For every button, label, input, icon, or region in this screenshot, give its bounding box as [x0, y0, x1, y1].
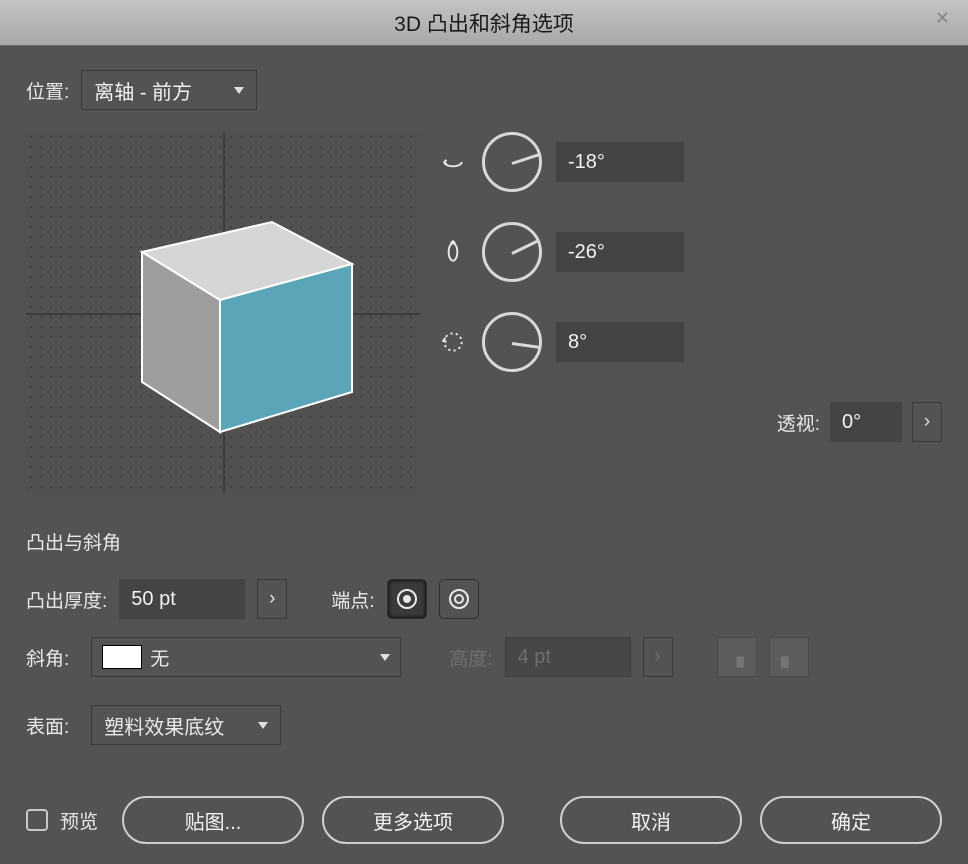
preview-label[interactable]: 预览	[60, 807, 98, 834]
cube-preview-graphic	[112, 192, 362, 442]
bevel-swatch-icon	[102, 645, 142, 669]
rotate-z-input[interactable]: 8°	[556, 322, 684, 362]
bevel-extent-out-button: ▖	[769, 637, 809, 677]
map-art-button[interactable]: 贴图...	[122, 796, 304, 844]
rotate-y-icon	[438, 239, 468, 265]
surface-value: 塑料效果底纹	[104, 711, 224, 740]
bevel-extent-in-button: ▗	[717, 637, 757, 677]
bevel-dropdown[interactable]: 无	[91, 637, 401, 677]
rotate-z-icon	[438, 329, 468, 355]
cancel-button[interactable]: 取消	[560, 796, 742, 844]
perspective-label: 透视:	[777, 409, 820, 436]
bevel-height-input: 4 pt	[505, 637, 631, 677]
preview-checkbox[interactable]	[26, 809, 48, 831]
rotate-x-input[interactable]: -18°	[556, 142, 684, 182]
cap-label: 端点:	[331, 586, 374, 613]
cap-off-button[interactable]	[439, 579, 479, 619]
extrude-depth-input[interactable]: 50 pt	[119, 579, 245, 619]
position-label: 位置:	[26, 77, 69, 104]
bevel-height-label: 高度:	[449, 644, 492, 671]
rotate-y-input[interactable]: -26°	[556, 232, 684, 272]
more-options-button[interactable]: 更多选项	[322, 796, 504, 844]
bevel-height-stepper: ›	[643, 637, 673, 677]
rotate-x-icon	[438, 149, 468, 175]
rotation-cube-preview[interactable]	[26, 132, 420, 494]
bevel-label: 斜角:	[26, 644, 69, 671]
dialog-title: 3D 凸出和斜角选项	[394, 8, 574, 38]
rotate-z-dial[interactable]	[482, 312, 542, 372]
ok-button[interactable]: 确定	[760, 796, 942, 844]
chevron-down-icon	[258, 722, 268, 729]
cap-solid-icon	[396, 588, 418, 610]
chevron-down-icon	[380, 654, 390, 661]
bevel-in-icon: ▗	[729, 646, 744, 669]
cap-hollow-icon	[448, 588, 470, 610]
extrude-depth-label: 凸出厚度:	[26, 586, 107, 613]
position-value: 离轴 - 前方	[94, 76, 192, 105]
bevel-value: 无	[150, 644, 169, 671]
perspective-input[interactable]: 0°	[830, 402, 902, 442]
extrude-depth-stepper[interactable]: ›	[257, 579, 287, 619]
bevel-out-icon: ▖	[781, 646, 796, 669]
rotate-x-dial[interactable]	[482, 132, 542, 192]
chevron-down-icon	[234, 87, 244, 94]
extrude-section-title: 凸出与斜角	[26, 528, 942, 555]
perspective-stepper[interactable]: ›	[912, 402, 942, 442]
close-icon[interactable]: ✕	[935, 8, 950, 29]
cap-on-button[interactable]	[387, 579, 427, 619]
title-bar: 3D 凸出和斜角选项 ✕	[0, 0, 968, 46]
surface-dropdown[interactable]: 塑料效果底纹	[91, 705, 281, 745]
position-dropdown[interactable]: 离轴 - 前方	[81, 70, 257, 110]
rotate-y-dial[interactable]	[482, 222, 542, 282]
surface-label: 表面:	[26, 712, 69, 739]
